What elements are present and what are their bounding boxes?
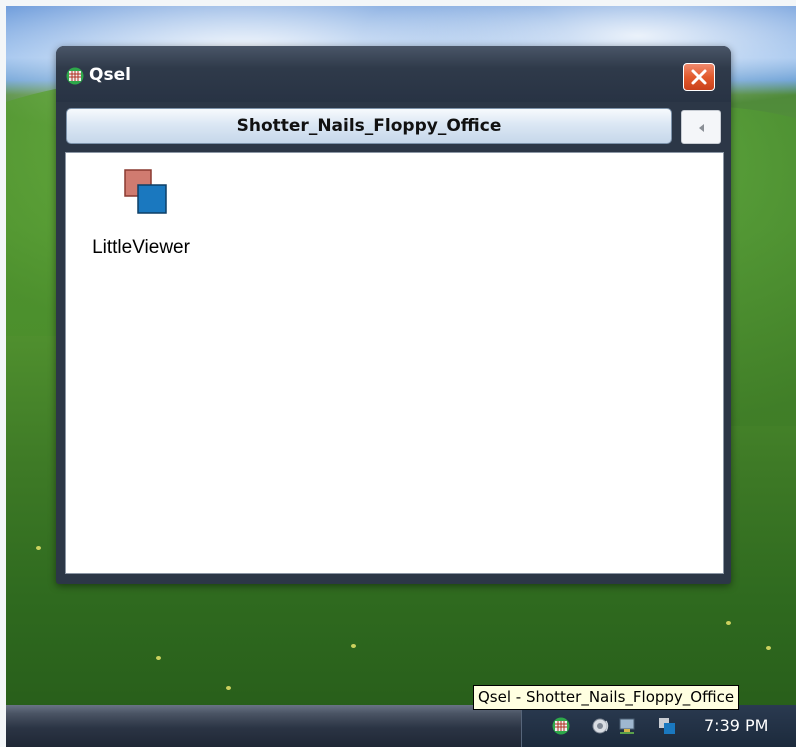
back-button[interactable] bbox=[681, 110, 721, 144]
wallpaper-flower bbox=[726, 621, 731, 625]
littleviewer-icon[interactable] bbox=[658, 717, 676, 735]
littleviewer-icon bbox=[124, 169, 167, 214]
wallpaper-flower bbox=[226, 686, 231, 690]
item-label: LittleViewer bbox=[92, 237, 190, 258]
qsel-grid-icon bbox=[66, 67, 84, 85]
window-title: Qsel bbox=[89, 65, 131, 85]
system-tray: 7:39 PM bbox=[521, 705, 796, 747]
wallpaper-flower bbox=[156, 656, 161, 660]
close-button[interactable] bbox=[683, 63, 715, 91]
clock[interactable]: 7:39 PM bbox=[704, 716, 768, 735]
close-icon bbox=[691, 69, 707, 85]
title-bar[interactable]: Qsel bbox=[56, 46, 731, 102]
tray-tooltip: Qsel - Shotter_Nails_Floppy_Office bbox=[473, 685, 740, 710]
wallpaper-flower bbox=[36, 546, 41, 550]
qsel-window: Qsel Shotter_Nails_Floppy_Office LittleV… bbox=[56, 46, 731, 584]
wallpaper-flower bbox=[766, 646, 771, 650]
network-icon[interactable] bbox=[618, 717, 636, 735]
item-littleviewer[interactable]: LittleViewer bbox=[76, 165, 206, 265]
item-view[interactable]: LittleViewer bbox=[65, 152, 724, 574]
qsel-grid-icon[interactable] bbox=[552, 717, 570, 735]
location-bar[interactable]: Shotter_Nails_Floppy_Office bbox=[66, 108, 672, 144]
wallpaper-flower bbox=[351, 644, 356, 648]
speaker-icon[interactable] bbox=[592, 717, 610, 735]
left-arrow-icon bbox=[699, 124, 704, 132]
taskbar: 7:39 PM bbox=[6, 705, 796, 747]
